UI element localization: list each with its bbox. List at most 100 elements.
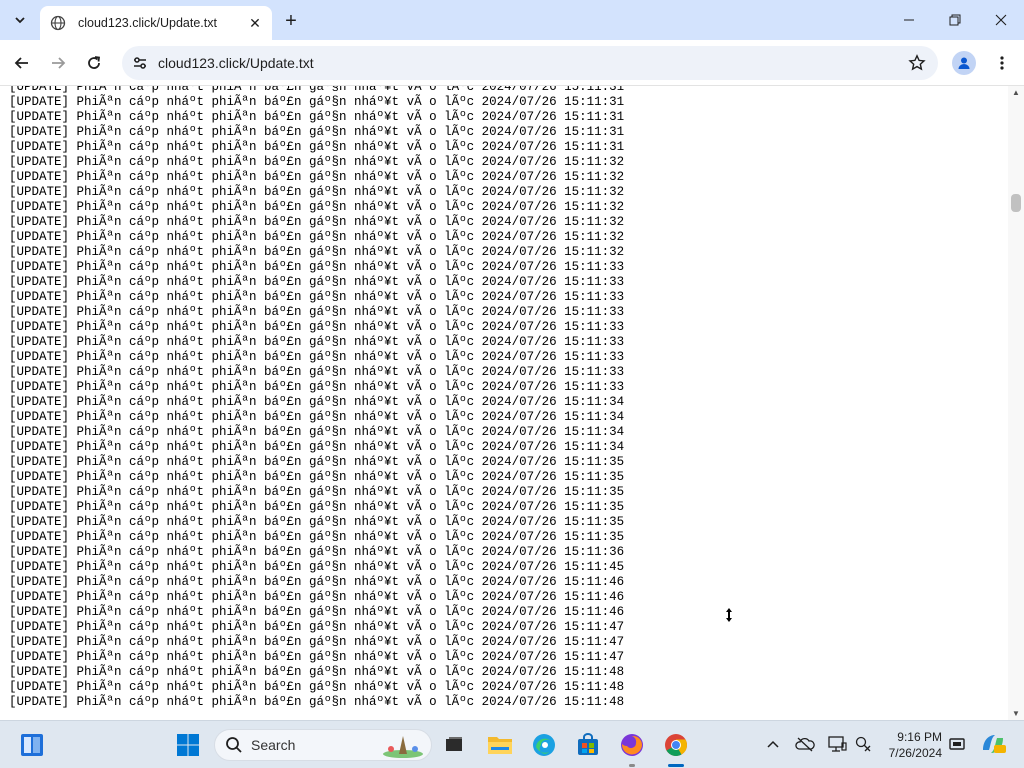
new-tab-button[interactable]: +	[280, 10, 302, 32]
taskbar-search[interactable]: Search	[214, 729, 432, 761]
copilot-tray[interactable]	[978, 733, 1008, 755]
log-line: [UPDATE] PhiÃªn cáº­p nháº­t phiÃªn báº£…	[9, 245, 625, 259]
display-tray[interactable]	[826, 733, 848, 755]
store-button[interactable]	[572, 729, 604, 761]
chevron-down-icon	[15, 17, 25, 24]
log-line: [UPDATE] PhiÃªn cáº­p nháº­t phiÃªn báº£…	[9, 485, 625, 499]
monitor-icon	[828, 736, 847, 752]
log-line: [UPDATE] PhiÃªn cáº­p nháº­t phiÃªn báº£…	[9, 380, 625, 394]
chrome-button[interactable]	[660, 729, 692, 761]
site-info-icon[interactable]	[132, 55, 148, 71]
page-content: [UPDATE] PhiÃªn cáº­p nháº­t phiÃªn báº£…	[0, 86, 1008, 720]
chrome-icon	[665, 734, 687, 756]
globe-icon	[50, 15, 66, 31]
close-tab-icon[interactable]: ✕	[246, 14, 264, 32]
log-line: [UPDATE] PhiÃªn cáº­p nháº­t phiÃªn báº£…	[9, 470, 625, 484]
widgets-icon	[21, 734, 43, 756]
log-line: [UPDATE] PhiÃªn cáº­p nháº­t phiÃªn báº£…	[9, 290, 625, 304]
mouse-cursor-icon	[726, 608, 732, 622]
onedrive-tray[interactable]	[794, 733, 816, 755]
scroll-down-icon[interactable]: ▼	[1012, 709, 1020, 718]
log-line: [UPDATE] PhiÃªn cáº­p nháº­t phiÃªn báº£…	[9, 110, 625, 124]
reload-button[interactable]	[80, 49, 108, 77]
log-line: [UPDATE] PhiÃªn cáº­p nháº­t phiÃªn báº£…	[9, 260, 625, 274]
cloud-off-icon	[795, 737, 815, 752]
notification-icon	[949, 738, 965, 750]
taskbar-clock[interactable]: 9:16 PM 7/26/2024	[880, 729, 942, 761]
file-explorer-button[interactable]	[484, 729, 516, 761]
windows-logo-icon	[177, 734, 199, 756]
search-icon	[226, 737, 242, 753]
reload-icon	[88, 56, 101, 69]
address-bar[interactable]: cloud123.click/Update.txt	[122, 46, 938, 80]
profile-avatar[interactable]	[952, 51, 976, 75]
log-line: [UPDATE] PhiÃªn cáº­p nháº­t phiÃªn báº£…	[9, 560, 625, 574]
chrome-active-indicator	[668, 764, 684, 767]
log-line: [UPDATE] PhiÃªn cáº­p nháº­t phiÃªn báº£…	[9, 395, 625, 409]
tab-search-button[interactable]	[8, 8, 32, 32]
taskbar: Search 9:16 PM 7/26/2024	[0, 720, 1024, 768]
log-text: [UPDATE] PhiÃªn cáº­p nháº­t phiÃªn báº£…	[9, 86, 624, 710]
close-window-button[interactable]	[978, 0, 1024, 40]
url-text: cloud123.click/Update.txt	[158, 55, 314, 71]
clock-date: 7/26/2024	[888, 746, 942, 760]
widgets-button[interactable]	[16, 729, 48, 761]
task-view-icon	[446, 737, 462, 751]
tab-title: cloud123.click/Update.txt	[78, 16, 217, 30]
back-button[interactable]	[8, 49, 36, 77]
log-line: [UPDATE] PhiÃªn cáº­p nháº­t phiÃªn báº£…	[9, 425, 625, 439]
log-line: [UPDATE] PhiÃªn cáº­p nháº­t phiÃªn báº£…	[9, 125, 625, 139]
network-icon	[855, 736, 871, 752]
scroll-thumb[interactable]	[1011, 194, 1021, 212]
log-line: [UPDATE] PhiÃªn cáº­p nháº­t phiÃªn báº£…	[9, 86, 625, 94]
log-line: [UPDATE] PhiÃªn cáº­p nháº­t phiÃªn báº£…	[9, 95, 625, 109]
search-label: Search	[251, 737, 296, 753]
log-line: [UPDATE] PhiÃªn cáº­p nháº­t phiÃªn báº£…	[9, 215, 625, 229]
log-line: [UPDATE] PhiÃªn cáº­p nháº­t phiÃªn báº£…	[9, 155, 625, 169]
log-line: [UPDATE] PhiÃªn cáº­p nháº­t phiÃªn báº£…	[9, 650, 625, 664]
copilot-icon	[983, 735, 1006, 753]
chevron-up-icon	[767, 740, 779, 748]
firefox-button[interactable]	[616, 729, 648, 761]
arrow-left-icon	[14, 57, 28, 69]
minimize-icon	[904, 19, 914, 21]
scroll-up-icon[interactable]: ▲	[1012, 88, 1020, 97]
notifications-tray[interactable]	[946, 733, 968, 755]
store-icon	[578, 733, 598, 755]
log-line: [UPDATE] PhiÃªn cáº­p nháº­t phiÃªn báº£…	[9, 185, 625, 199]
tab-strip: cloud123.click/Update.txt ✕ +	[0, 0, 1024, 40]
vertical-scrollbar[interactable]: ▲ ▼	[1008, 86, 1024, 720]
edge-button[interactable]	[528, 729, 560, 761]
log-line: [UPDATE] PhiÃªn cáº­p nháº­t phiÃªn báº£…	[9, 410, 625, 424]
log-line: [UPDATE] PhiÃªn cáº­p nháº­t phiÃªn báº£…	[9, 140, 625, 154]
clock-time: 9:16 PM	[897, 730, 942, 744]
browser-menu-button[interactable]	[990, 51, 1014, 75]
minimize-button[interactable]	[886, 0, 932, 40]
log-line: [UPDATE] PhiÃªn cáº­p nháº­t phiÃªn báº£…	[9, 200, 625, 214]
browser-tab[interactable]: cloud123.click/Update.txt ✕	[40, 6, 272, 40]
browser-toolbar: cloud123.click/Update.txt	[0, 40, 1024, 86]
show-hidden-icons-button[interactable]	[762, 733, 784, 755]
more-vertical-icon	[1000, 56, 1004, 70]
log-line: [UPDATE] PhiÃªn cáº­p nháº­t phiÃªn báº£…	[9, 335, 625, 349]
log-line: [UPDATE] PhiÃªn cáº­p nháº­t phiÃªn báº£…	[9, 440, 625, 454]
person-icon	[958, 57, 970, 69]
forward-button[interactable]	[44, 49, 72, 77]
restore-button[interactable]	[932, 0, 978, 40]
log-line: [UPDATE] PhiÃªn cáº­p nháº­t phiÃªn báº£…	[9, 680, 625, 694]
task-view-button[interactable]	[438, 729, 470, 761]
restore-icon	[949, 14, 961, 26]
log-line: [UPDATE] PhiÃªn cáº­p nháº­t phiÃªn báº£…	[9, 170, 625, 184]
log-line: [UPDATE] PhiÃªn cáº­p nháº­t phiÃªn báº£…	[9, 230, 625, 244]
edge-icon	[533, 734, 555, 756]
log-line: [UPDATE] PhiÃªn cáº­p nháº­t phiÃªn báº£…	[9, 455, 625, 469]
start-button[interactable]	[172, 729, 204, 761]
close-icon	[995, 14, 1007, 26]
log-line: [UPDATE] PhiÃªn cáº­p nháº­t phiÃªn báº£…	[9, 605, 625, 619]
log-line: [UPDATE] PhiÃªn cáº­p nháº­t phiÃªn báº£…	[9, 320, 625, 334]
log-line: [UPDATE] PhiÃªn cáº­p nháº­t phiÃªn báº£…	[9, 590, 625, 604]
bookmark-star-icon[interactable]	[908, 54, 926, 72]
log-line: [UPDATE] PhiÃªn cáº­p nháº­t phiÃªn báº£…	[9, 515, 625, 529]
network-tray[interactable]	[852, 733, 874, 755]
log-line: [UPDATE] PhiÃªn cáº­p nháº­t phiÃªn báº£…	[9, 275, 625, 289]
